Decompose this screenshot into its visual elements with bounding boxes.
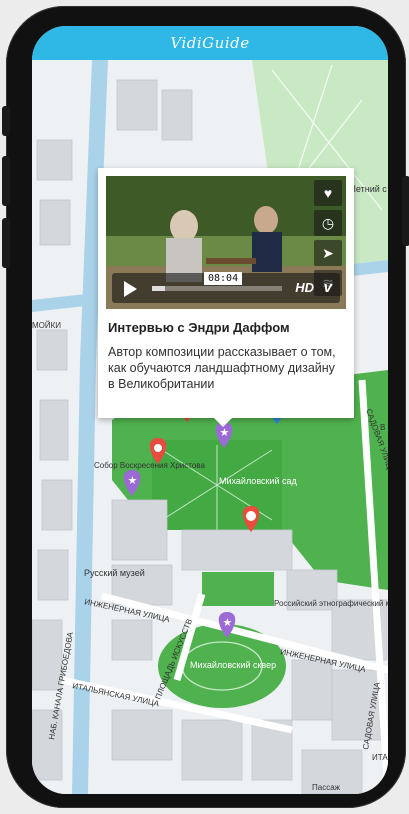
popup-description: Автор композиции рассказывает о том, как… [108, 345, 336, 391]
video-progress-bar[interactable]: 08:04 [152, 272, 282, 291]
power-button [402, 176, 409, 246]
volume-up-button [2, 156, 10, 206]
app-screen: VidiGuide Летний с МОЙКИ Собор Воскресен… [32, 26, 388, 794]
clock-icon[interactable]: ◷ [314, 210, 342, 236]
map-label-moiki: МОЙКИ [32, 321, 61, 330]
popup-title: Интервью с Эндри Даффом [108, 320, 290, 335]
map-label-sobor: Собор Воскресения Христова [94, 461, 205, 470]
map-label-mikhailovsky-garden: Михайловский сад [219, 476, 297, 486]
map-view[interactable]: Летний с МОЙКИ Собор Воскресения Христов… [32, 60, 388, 794]
museum-lawn [202, 572, 274, 606]
map-label-ita: ИТА [372, 753, 388, 762]
video-time: 08:04 [204, 272, 243, 285]
app-title-bar: VidiGuide [32, 26, 388, 60]
volume-down-button [2, 218, 10, 268]
map-label-v: В [380, 423, 385, 432]
map-label-ethno-museum: Российский этнографический музей [274, 599, 388, 608]
video-player[interactable]: ♥ ◷ ➤ ≋ 08:04 HD v [106, 176, 346, 309]
svg-text:★: ★ [223, 617, 233, 629]
play-icon[interactable] [124, 281, 137, 297]
svg-text:★: ★ [128, 475, 138, 487]
poi-popup[interactable]: ♥ ◷ ➤ ≋ 08:04 HD v Интервью с Эндри Дафф… [98, 168, 354, 427]
send-icon[interactable]: ➤ [314, 240, 342, 266]
map-label-mikhailovsky-square: Михайловский сквер [190, 660, 276, 670]
svg-text:★: ★ [220, 427, 230, 439]
map-label-russian-museum: Русский музей [84, 568, 145, 578]
video-control-bar: 08:04 HD v [112, 272, 340, 303]
app-title: VidiGuide [170, 34, 250, 52]
video-progress-fill [152, 286, 165, 291]
mute-switch [2, 106, 10, 136]
vimeo-logo-icon[interactable]: v [324, 279, 332, 296]
map-label-letny: Летний с [350, 184, 387, 194]
heart-icon[interactable]: ♥ [314, 180, 342, 206]
hd-toggle[interactable]: HD [295, 280, 314, 295]
map-label-passazh: Пассаж [312, 783, 341, 792]
